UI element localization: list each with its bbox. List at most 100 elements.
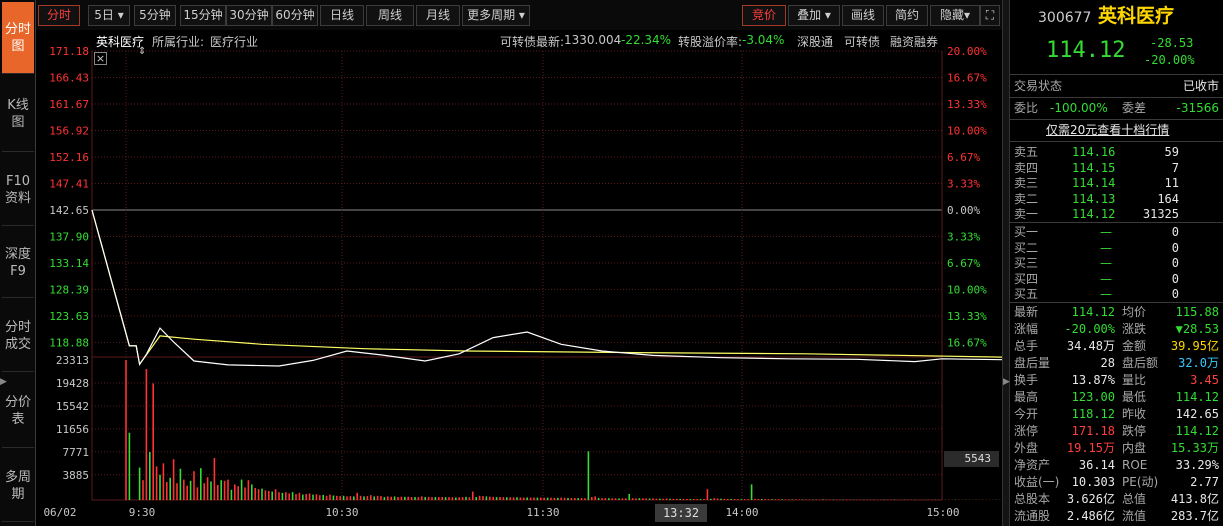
tab-fenshi[interactable]: 分时图 (2, 2, 34, 74)
weicha-value: -31566 (1176, 101, 1219, 115)
crosshair-time-label: 13:32 (655, 504, 707, 522)
convert-bond-pct: -22.34% (621, 33, 672, 47)
buy-row: 买三 — 0 (1010, 255, 1223, 272)
hk-connect-link[interactable]: 深股通 (797, 33, 833, 50)
stat-label-left: 净资产 (1014, 458, 1051, 472)
chevron-down-icon: ▾ (963, 8, 971, 22)
sell-row: 卖二 114.13 164 (1010, 191, 1223, 208)
buy-volume: 0 (1171, 287, 1179, 301)
tab-kline[interactable]: K线图 (2, 76, 34, 152)
status-label: 交易状态 (1014, 79, 1063, 93)
sell-level-label: 卖二 (1014, 191, 1039, 206)
chevron-down-icon: ▾ (518, 8, 525, 22)
stat-label-left: 总股本 (1014, 492, 1051, 506)
volume-tick-label: 19428 (56, 377, 89, 390)
stat-value-left: -20.00% (1064, 322, 1115, 336)
stock-info-bar: 英科医疗 所属行业: 医疗行业 可转债最新: 1330.004 -22.34% … (36, 30, 1002, 50)
sell-row: 卖四 114.15 7 (1010, 160, 1223, 177)
price-tick-label: 156.92 (49, 124, 89, 137)
tab-multi-period[interactable]: 多周期 (2, 450, 34, 522)
m5-button[interactable]: 5分钟 (134, 5, 176, 26)
price-tick-label: 161.67 (49, 98, 89, 111)
m60-button[interactable]: 60分钟 (272, 5, 318, 26)
stat-row: 总股本 3.626亿 总值 413.8亿 (1010, 491, 1223, 508)
hide-dropdown[interactable]: 隐藏▾ (930, 5, 980, 26)
buy-price: — (1100, 271, 1112, 286)
weicha-label: 委差 (1122, 101, 1147, 115)
stat-label-right: 金额 (1122, 339, 1147, 353)
price-change: -28.53 (1150, 36, 1194, 50)
stat-label-right: 最低 (1122, 390, 1147, 404)
industry-label: 所属行业: (152, 35, 205, 49)
day-button[interactable]: 日线 (320, 5, 364, 26)
tab-depth[interactable]: 深度F9 (2, 228, 34, 298)
sell-row: 卖一 114.12 31325 (1010, 206, 1223, 223)
m30-button[interactable]: 30分钟 (226, 5, 272, 26)
stat-value-right: 33.29% (1175, 458, 1219, 472)
stat-value-left: 171.18 (1071, 424, 1115, 438)
price-tick-label: 123.63 (49, 310, 89, 323)
tab-tick-deals[interactable]: 分时成交 (2, 300, 34, 372)
stat-value-right: ▼28.53 (1175, 322, 1219, 336)
industry-value[interactable]: 医疗行业 (210, 33, 258, 50)
margin-link[interactable]: 融资融券 (890, 33, 938, 50)
pct-tick-label: 16.67% (947, 336, 987, 349)
stat-row: 流通股 2.486亿 流值 283.7亿 (1010, 508, 1223, 525)
sell-price: 114.13 (1072, 191, 1116, 206)
m15-button[interactable]: 15分钟 (180, 5, 226, 26)
volume-tick-label: 23313 (56, 354, 89, 367)
stat-value-right: 413.8亿 (1170, 492, 1219, 506)
intraday-chart[interactable]: 171.18 20.00%166.43 16.67%161.67 13.33%156.… (0, 0, 1002, 526)
month-button[interactable]: 月线 (416, 5, 460, 26)
more-periods-dropdown[interactable]: 更多周期 ▾ (462, 5, 530, 26)
tab-f10[interactable]: F10资料 (2, 154, 34, 226)
draw-line-button[interactable]: 画线 (842, 5, 884, 26)
expand-arrow-icon[interactable]: ▶ (1003, 377, 1010, 387)
stat-label-right: 流值 (1122, 509, 1147, 523)
buy-row: 买二 — 0 (1010, 240, 1223, 257)
stat-row: 总手 34.48万 金额 39.95亿 (1010, 338, 1223, 355)
stat-value-right: 3.45 (1190, 373, 1219, 387)
chart-stock-name: 英科医疗 (96, 35, 145, 49)
sell-row: 卖五 114.16 59 (1010, 144, 1223, 161)
weibi-value: -100.00% (1050, 101, 1108, 115)
collapse-left-arrow-icon[interactable]: ▶ (0, 377, 7, 387)
stat-value-left: 10.303 (1071, 475, 1115, 489)
close-icon[interactable]: × (94, 52, 107, 65)
stat-label-right: 均价 (1122, 305, 1147, 319)
pct-tick-label: 10.00% (947, 283, 987, 296)
overlay-dropdown[interactable]: 叠加 ▾ (788, 5, 840, 26)
buy-volume: 0 (1171, 256, 1179, 270)
stat-value-right: 142.65 (1175, 407, 1219, 421)
stat-value-left: 19.15万 (1066, 441, 1115, 455)
sell-price: 114.12 (1072, 207, 1116, 221)
level2-promo-link[interactable]: 仅需20元查看十档行情 (1046, 122, 1169, 139)
buy-volume: 0 (1171, 225, 1179, 239)
volume-tick-label: 7771 (63, 446, 90, 459)
sell-level-label: 卖三 (1014, 176, 1039, 190)
simple-mode-button[interactable]: 简约 (886, 5, 928, 26)
time-tick-label: 10:30 (325, 506, 358, 519)
stat-label-left: 最新 (1014, 305, 1039, 319)
five-day-dropdown[interactable]: 5日 ▾ (88, 5, 130, 26)
auction-button[interactable]: 竞价 (742, 5, 786, 26)
status-value: 已收市 (1182, 79, 1219, 93)
stat-label-right: PE(动) (1122, 475, 1159, 489)
stat-value-left: 118.12 (1071, 407, 1115, 421)
volume-tick-label: 15542 (56, 400, 89, 413)
sell-level-label: 卖四 (1014, 160, 1039, 175)
volume-tick-label: 11656 (56, 423, 89, 436)
pct-tick-label: 3.33% (947, 177, 980, 190)
panel-divider[interactable] (1002, 0, 1010, 526)
buy-level-label: 买五 (1014, 287, 1039, 301)
pct-tick-label: 16.67% (947, 71, 987, 84)
fenshi-button[interactable]: 分时 (38, 5, 80, 26)
week-button[interactable]: 周线 (366, 5, 414, 26)
fullscreen-icon[interactable]: ⛶ (980, 5, 1000, 26)
divider (1010, 302, 1223, 303)
price-tick-label: 133.14 (49, 257, 89, 270)
time-tick-label: 15:00 (926, 506, 959, 519)
divider (1010, 222, 1223, 223)
sell-volume: 31325 (1142, 207, 1179, 221)
convertible-link[interactable]: 可转债 (844, 33, 880, 50)
